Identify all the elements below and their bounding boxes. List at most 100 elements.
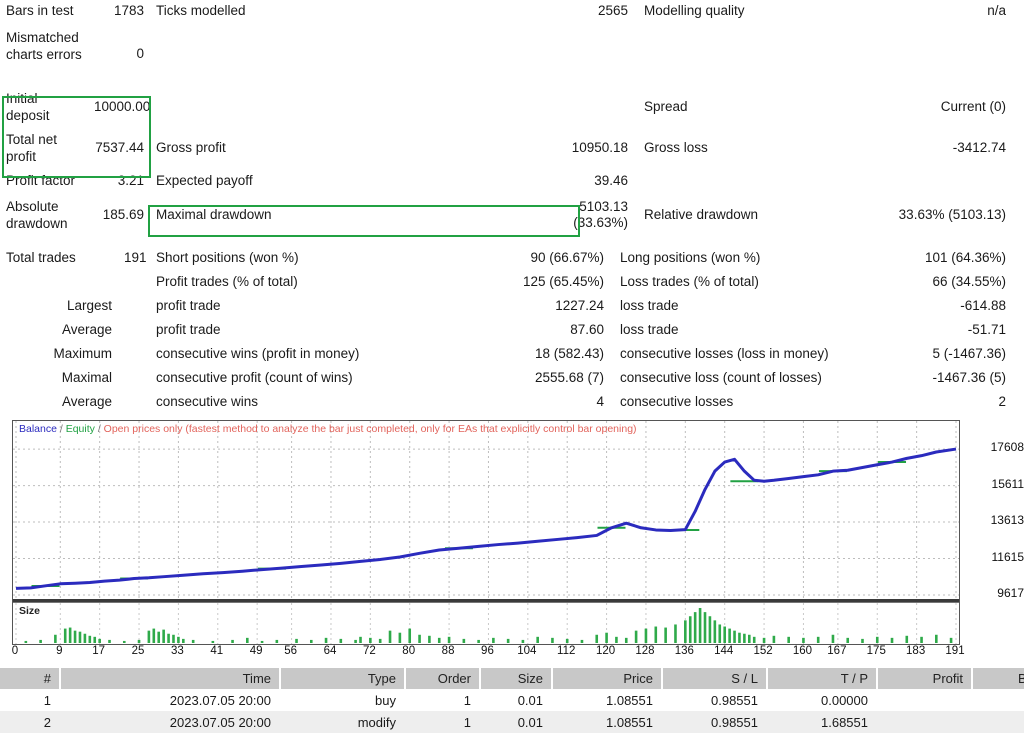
- cell-index: 1: [0, 689, 60, 711]
- stat-value-total-trades: 191: [124, 250, 147, 265]
- stat-label-absolute-drawdown: Absolute drawdown: [6, 199, 68, 231]
- stat-value-profit-factor: 3.21: [117, 173, 144, 188]
- column-header-type[interactable]: Type: [280, 668, 406, 689]
- stat-value-relative-drawdown: 33.63% (5103.13): [898, 207, 1006, 222]
- stat-label-profit-trades: Profit trades (% of total): [156, 274, 298, 289]
- legend-separator-1: /: [59, 423, 63, 435]
- column-header-order[interactable]: Order: [405, 668, 481, 689]
- stat-label-gross-loss: Gross loss: [644, 139, 708, 155]
- stat-label-maximal: Maximal: [61, 370, 112, 385]
- stat-label-relative-drawdown: Relative drawdown: [644, 207, 759, 222]
- stat-value-initial-deposit: 10000.00: [94, 98, 151, 114]
- size-panel-label: Size: [19, 605, 41, 617]
- stat-value-largest: [118, 303, 150, 309]
- column-header-size[interactable]: Size: [480, 668, 553, 689]
- stat-value-profit-trades: 125 (65.45%): [522, 274, 604, 289]
- table-row[interactable]: 1 2023.07.05 20:00 buy 1 0.01 1.08551 0.…: [0, 689, 1024, 711]
- stat-row-mismatched-charts-errors: Mismatched charts errors 0: [0, 26, 1024, 86]
- stats-gap: [0, 236, 1024, 246]
- x-axis-tick-64: 64: [323, 645, 337, 657]
- stat-value-max-consecutive-wins: 18 (582.43): [534, 346, 604, 361]
- stat-value-total-net-profit: 7537.44: [95, 139, 144, 155]
- cell-order: 1: [405, 689, 480, 711]
- column-header-price[interactable]: Price: [552, 668, 663, 689]
- column-header-time[interactable]: Time: [60, 668, 281, 689]
- stat-row-absolute-drawdown: Absolute drawdown 185.69 Maximal drawdow…: [0, 194, 1024, 236]
- x-axis-tick-33: 33: [171, 645, 184, 657]
- column-header-index[interactable]: #: [0, 668, 61, 689]
- stat-row-total-net-profit: Total net profit 7537.44 Gross profit 10…: [0, 127, 1024, 168]
- x-axis-tick-96: 96: [481, 645, 494, 657]
- stat-row-average-consecutive: Average consecutive wins 4 consecutive l…: [0, 390, 1024, 414]
- legend-method-note: Open prices only (fastest method to anal…: [103, 423, 637, 435]
- stat-value-largest-loss-trade: -614.88: [960, 298, 1006, 313]
- stat-label-ticks-modelled: Ticks modelled: [156, 3, 246, 18]
- cell-balance: [972, 711, 1024, 733]
- legend-separator-2: /: [97, 423, 101, 435]
- stat-value-short-positions: 90 (66.67%): [530, 250, 604, 265]
- cell-tp: 0.00000: [767, 689, 877, 711]
- cell-profit: [877, 711, 972, 733]
- chart-legend: Balance / Equity / Open prices only (fas…: [19, 423, 637, 435]
- stat-label-average-loss-trade: loss trade: [620, 322, 679, 337]
- stat-value-maximum: [118, 351, 150, 357]
- cell-sl: 0.98551: [662, 689, 767, 711]
- chart-y-axis: 17608 15611 13613 11615 9617: [962, 420, 1024, 620]
- trades-table: # Time Type Order Size Price S / L T / P…: [0, 668, 1024, 733]
- stat-label-average-consecutive-wins: consecutive wins: [156, 394, 259, 409]
- stat-value-largest-profit-trade: 1227.24: [555, 298, 604, 313]
- stat-label-initial-deposit: Initial deposit: [6, 90, 50, 123]
- column-header-profit[interactable]: Profit: [877, 668, 973, 689]
- summary-statistics: Bars in test 1783 Ticks modelled 2565 Mo…: [0, 0, 1024, 414]
- x-axis-tick-120: 120: [595, 645, 616, 657]
- stat-value-gross-profit: 10950.18: [571, 139, 628, 155]
- cell-profit: [877, 689, 972, 711]
- x-axis-tick-88: 88: [441, 645, 455, 657]
- stat-value-maximal: [118, 375, 150, 381]
- stat-value-blank-r3: [554, 104, 634, 110]
- stat-value-average: [118, 327, 150, 333]
- stat-label-maximal-consecutive-profit: consecutive profit (count of wins): [156, 370, 353, 385]
- stat-row-maximum: Maximum consecutive wins (profit in mone…: [0, 342, 1024, 366]
- y-axis-tick-17608: 17608: [990, 440, 1024, 455]
- x-axis-tick-80: 80: [402, 645, 416, 657]
- stat-label-expected-payoff: Expected payoff: [156, 173, 253, 188]
- stat-label-blank-r3: [150, 104, 554, 110]
- cell-type: buy: [280, 689, 405, 711]
- stat-value-expected-payoff: 39.46: [594, 173, 628, 188]
- cell-tp: 1.68551: [767, 711, 877, 733]
- cell-price: 1.08551: [552, 689, 662, 711]
- y-axis-tick-11615: 11615: [991, 549, 1024, 564]
- x-axis-tick-9: 9: [56, 645, 63, 657]
- column-header-sl[interactable]: S / L: [662, 668, 768, 689]
- stat-label-spread: Spread: [644, 98, 688, 114]
- chart-size-plot: [15, 603, 957, 644]
- stat-row-bars-in-test: Bars in test 1783 Ticks modelled 2565 Mo…: [0, 0, 1024, 26]
- stat-value-blank-t2: [118, 279, 150, 285]
- x-axis-tick-128: 128: [635, 645, 655, 657]
- x-axis-tick-160: 160: [792, 645, 813, 657]
- strategy-tester-report: Bars in test 1783 Ticks modelled 2565 Mo…: [0, 0, 1024, 733]
- x-axis-tick-112: 112: [557, 645, 576, 657]
- stat-row-initial-deposit: Initial deposit 10000.00 Spread Current …: [0, 86, 1024, 127]
- chart-balance-plot: [13, 421, 959, 599]
- stat-label-total-net-profit: Total net profit: [6, 131, 58, 164]
- stat-label-bars-in-test: Bars in test: [6, 3, 74, 18]
- stat-value-spread: Current (0): [940, 98, 1006, 114]
- column-header-balance[interactable]: Balance: [972, 668, 1024, 689]
- column-header-tp[interactable]: T / P: [767, 668, 878, 689]
- stat-value-maximal-consecutive-loss: -1467.36 (5): [932, 370, 1006, 385]
- chart-x-axis: 0 9 17 25 33 41 49 56 64 72 80 88 96 104 112 120 128 136 1…: [12, 645, 965, 663]
- balance-equity-chart[interactable]: Balance / Equity / Open prices only (fas…: [12, 420, 960, 645]
- table-row[interactable]: 2 2023.07.05 20:00 modify 1 0.01 1.08551…: [0, 711, 1024, 733]
- stat-value-maximal-drawdown: 5103.13 (33.63%): [573, 199, 628, 230]
- trades-table-container[interactable]: # Time Type Order Size Price S / L T / P…: [0, 668, 1024, 733]
- legend-balance-label: Balance: [19, 423, 57, 435]
- x-axis-tick-175: 175: [866, 645, 886, 657]
- stat-label-largest: Largest: [66, 298, 112, 313]
- x-axis-tick-25: 25: [131, 645, 145, 657]
- stat-value-gross-loss: -3412.74: [952, 139, 1006, 155]
- stat-row-profit-factor: Profit factor 3.21 Expected payoff 39.46: [0, 168, 1024, 194]
- stat-value-average-consecutive-wins: 4: [596, 394, 604, 409]
- stat-value-average-consecutive-losses: 2: [998, 394, 1006, 409]
